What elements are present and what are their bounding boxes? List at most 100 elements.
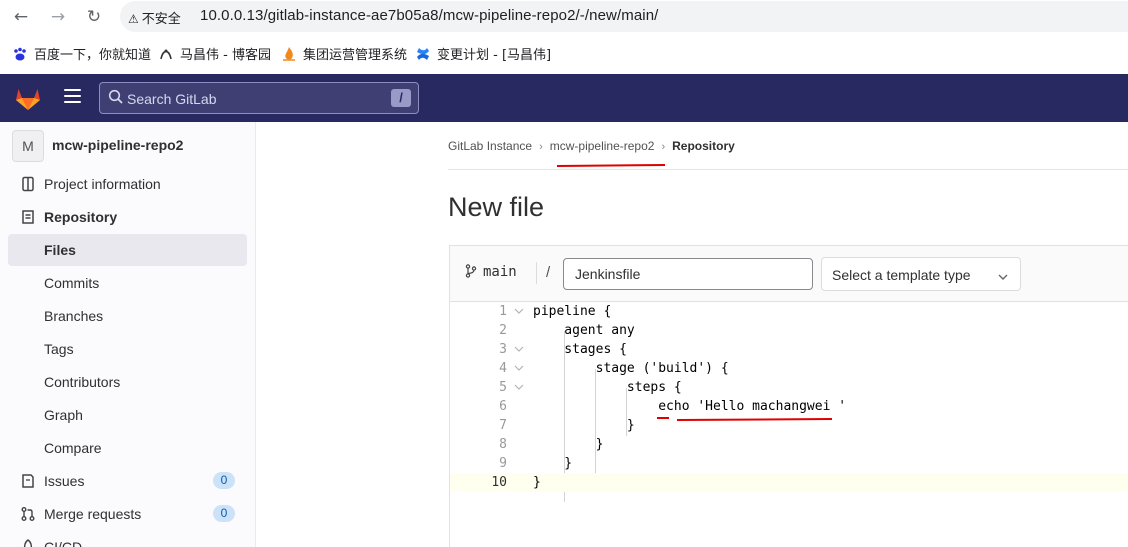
bookmarks-bar: 百度一下，你就知道 马昌伟 - 博客园 集团运营管理系统 变更计划 - [马昌伟… (0, 33, 1128, 74)
line-number: 1 (499, 304, 507, 319)
code-line: 8 } (450, 435, 1128, 454)
sidebar-item-compare[interactable]: Compare (8, 432, 247, 464)
flame-icon (281, 46, 297, 62)
sidebar-item-label: Contributors (44, 374, 121, 390)
confluence-icon (415, 46, 431, 62)
line-number: 2 (499, 323, 507, 338)
sidebar-item-label: Tags (44, 341, 74, 357)
code-text: echo 'Hello machangwei ' (533, 399, 847, 414)
sidebar-item-label: Issues (44, 473, 85, 489)
code-line: 9 } (450, 454, 1128, 473)
search-shortcut-hint: / (391, 89, 411, 107)
warning-triangle-icon: ⚠ (128, 12, 139, 26)
page-title: New file (448, 192, 545, 222)
project-name: mcw-pipeline-repo2 (52, 137, 184, 153)
issues-count-badge: 0 (213, 472, 235, 489)
line-number: 6 (499, 399, 507, 414)
line-number: 3 (499, 342, 507, 357)
repository-icon (20, 209, 36, 225)
browser-toolbar: ← → ↻ ⚠ 不安全 10.0.0.13/gitlab-instance-ae7… (0, 0, 1128, 33)
bookmark-label: 变更计划 - [马昌伟] (437, 48, 552, 63)
red-underline-annotation (557, 164, 665, 167)
code-text: } (533, 456, 573, 471)
arrow-right-icon[interactable]: → (47, 6, 69, 28)
code-text: } (533, 418, 635, 433)
project-avatar: M (12, 130, 44, 162)
code-text: } (533, 437, 604, 452)
line-number: 8 (499, 437, 507, 452)
rocket-icon (20, 539, 36, 547)
fold-chevron-icon[interactable] (514, 365, 524, 372)
red-underline-annotation (657, 417, 832, 421)
merge-request-icon (20, 506, 36, 522)
code-line: 5 steps { (450, 378, 1128, 397)
breadcrumb-project[interactable]: mcw-pipeline-repo2 (550, 139, 655, 153)
path-separator: / (546, 264, 551, 281)
code-text: agent any (533, 323, 635, 338)
search-input[interactable]: Search GitLab / (99, 82, 419, 114)
divider (536, 262, 537, 284)
code-line: 6 echo 'Hello machangwei ' (450, 397, 1128, 416)
sidebar-item-branches[interactable]: Branches (8, 300, 247, 332)
template-type-dropdown[interactable]: Select a template type (821, 257, 1021, 291)
bookmark-cnblogs[interactable]: 马昌伟 - 博客园 (158, 44, 271, 63)
security-indicator[interactable]: ⚠ 不安全 (128, 8, 181, 27)
code-text: stages { (533, 342, 627, 357)
sidebar-item-merge-requests[interactable]: Merge requests 0 (8, 498, 247, 530)
file-editor-header: main / Jenkinsfile Select a template typ… (449, 245, 1128, 302)
reload-icon[interactable]: ↻ (83, 6, 105, 28)
fold-chevron-icon[interactable] (514, 346, 524, 353)
bookmark-baidu[interactable]: 百度一下，你就知道 (12, 44, 151, 63)
sidebar-item-label: Commits (44, 275, 100, 291)
url-text[interactable]: 10.0.0.13/gitlab-instance-ae7b05a8/mcw-p… (200, 7, 658, 24)
fold-chevron-icon[interactable] (514, 384, 524, 391)
sidebar-item-issues[interactable]: Issues 0 (8, 465, 247, 497)
search-placeholder: Search GitLab (127, 91, 217, 107)
sidebar-item-repository[interactable]: Repository (8, 201, 247, 233)
code-text: steps { (533, 380, 682, 395)
code-line: 4 stage ('build') { (450, 359, 1128, 378)
merge-requests-count-badge: 0 (213, 505, 235, 522)
branch-name: main (483, 264, 517, 280)
sidebar-item-project-information[interactable]: Project information (8, 168, 247, 200)
bookmark-label: 马昌伟 - 博客园 (180, 48, 271, 63)
project-info-icon (20, 176, 36, 192)
sidebar-item-commits[interactable]: Commits (8, 267, 247, 299)
sidebar-item-ci-cd[interactable]: CI/CD (8, 531, 247, 547)
line-number: 7 (499, 418, 507, 433)
sidebar-item-contributors[interactable]: Contributors (8, 366, 247, 398)
sidebar-item-files[interactable]: Files (8, 234, 247, 266)
file-name-input[interactable]: Jenkinsfile (563, 258, 813, 290)
arrow-left-icon[interactable]: ← (10, 6, 32, 28)
bookmark-label: 集团运营管理系统 (303, 48, 408, 63)
gitlab-logo[interactable] (14, 85, 42, 111)
bookmark-confluence[interactable]: 变更计划 - [马昌伟] (415, 44, 551, 63)
code-line: 1 pipeline { (450, 302, 1128, 321)
breadcrumb: GitLab Instance › mcw-pipeline-repo2 › Repos… (448, 139, 735, 153)
gitlab-top-bar: Search GitLab / (0, 74, 1128, 122)
bookmark-label: 百度一下，你就知道 (34, 48, 152, 63)
sidebar-item-label: Compare (44, 440, 102, 456)
chevron-right-icon: › (539, 141, 543, 153)
menu-hamburger-icon[interactable] (64, 89, 81, 107)
code-line: 3 stages { (450, 340, 1128, 359)
sidebar-item-label: Merge requests (44, 506, 142, 522)
sidebar-item-label: Files (44, 242, 76, 258)
breadcrumb-repository[interactable]: Repository (672, 139, 735, 153)
sidebar-item-tags[interactable]: Tags (8, 333, 247, 365)
sidebar-item-graph[interactable]: Graph (8, 399, 247, 431)
sidebar-item-label: CI/CD (44, 539, 83, 547)
cnblogs-icon (158, 46, 174, 62)
code-editor[interactable]: 1 pipeline { 2 agent any 3 stages { 4 st… (449, 302, 1128, 547)
chevron-right-icon: › (661, 141, 666, 153)
code-text: pipeline { (533, 304, 612, 319)
breadcrumb-gitlab-instance[interactable]: GitLab Instance (448, 139, 532, 153)
branch-indicator: main (465, 264, 517, 280)
code-text: } (533, 475, 541, 490)
sidebar-item-label: Graph (44, 407, 83, 423)
code-line-current: 10 } (450, 473, 1128, 492)
bookmark-ops[interactable]: 集团运营管理系统 (281, 44, 407, 63)
sidebar-item-label: Repository (44, 209, 118, 225)
search-icon (108, 89, 124, 105)
fold-chevron-icon[interactable] (514, 308, 524, 315)
